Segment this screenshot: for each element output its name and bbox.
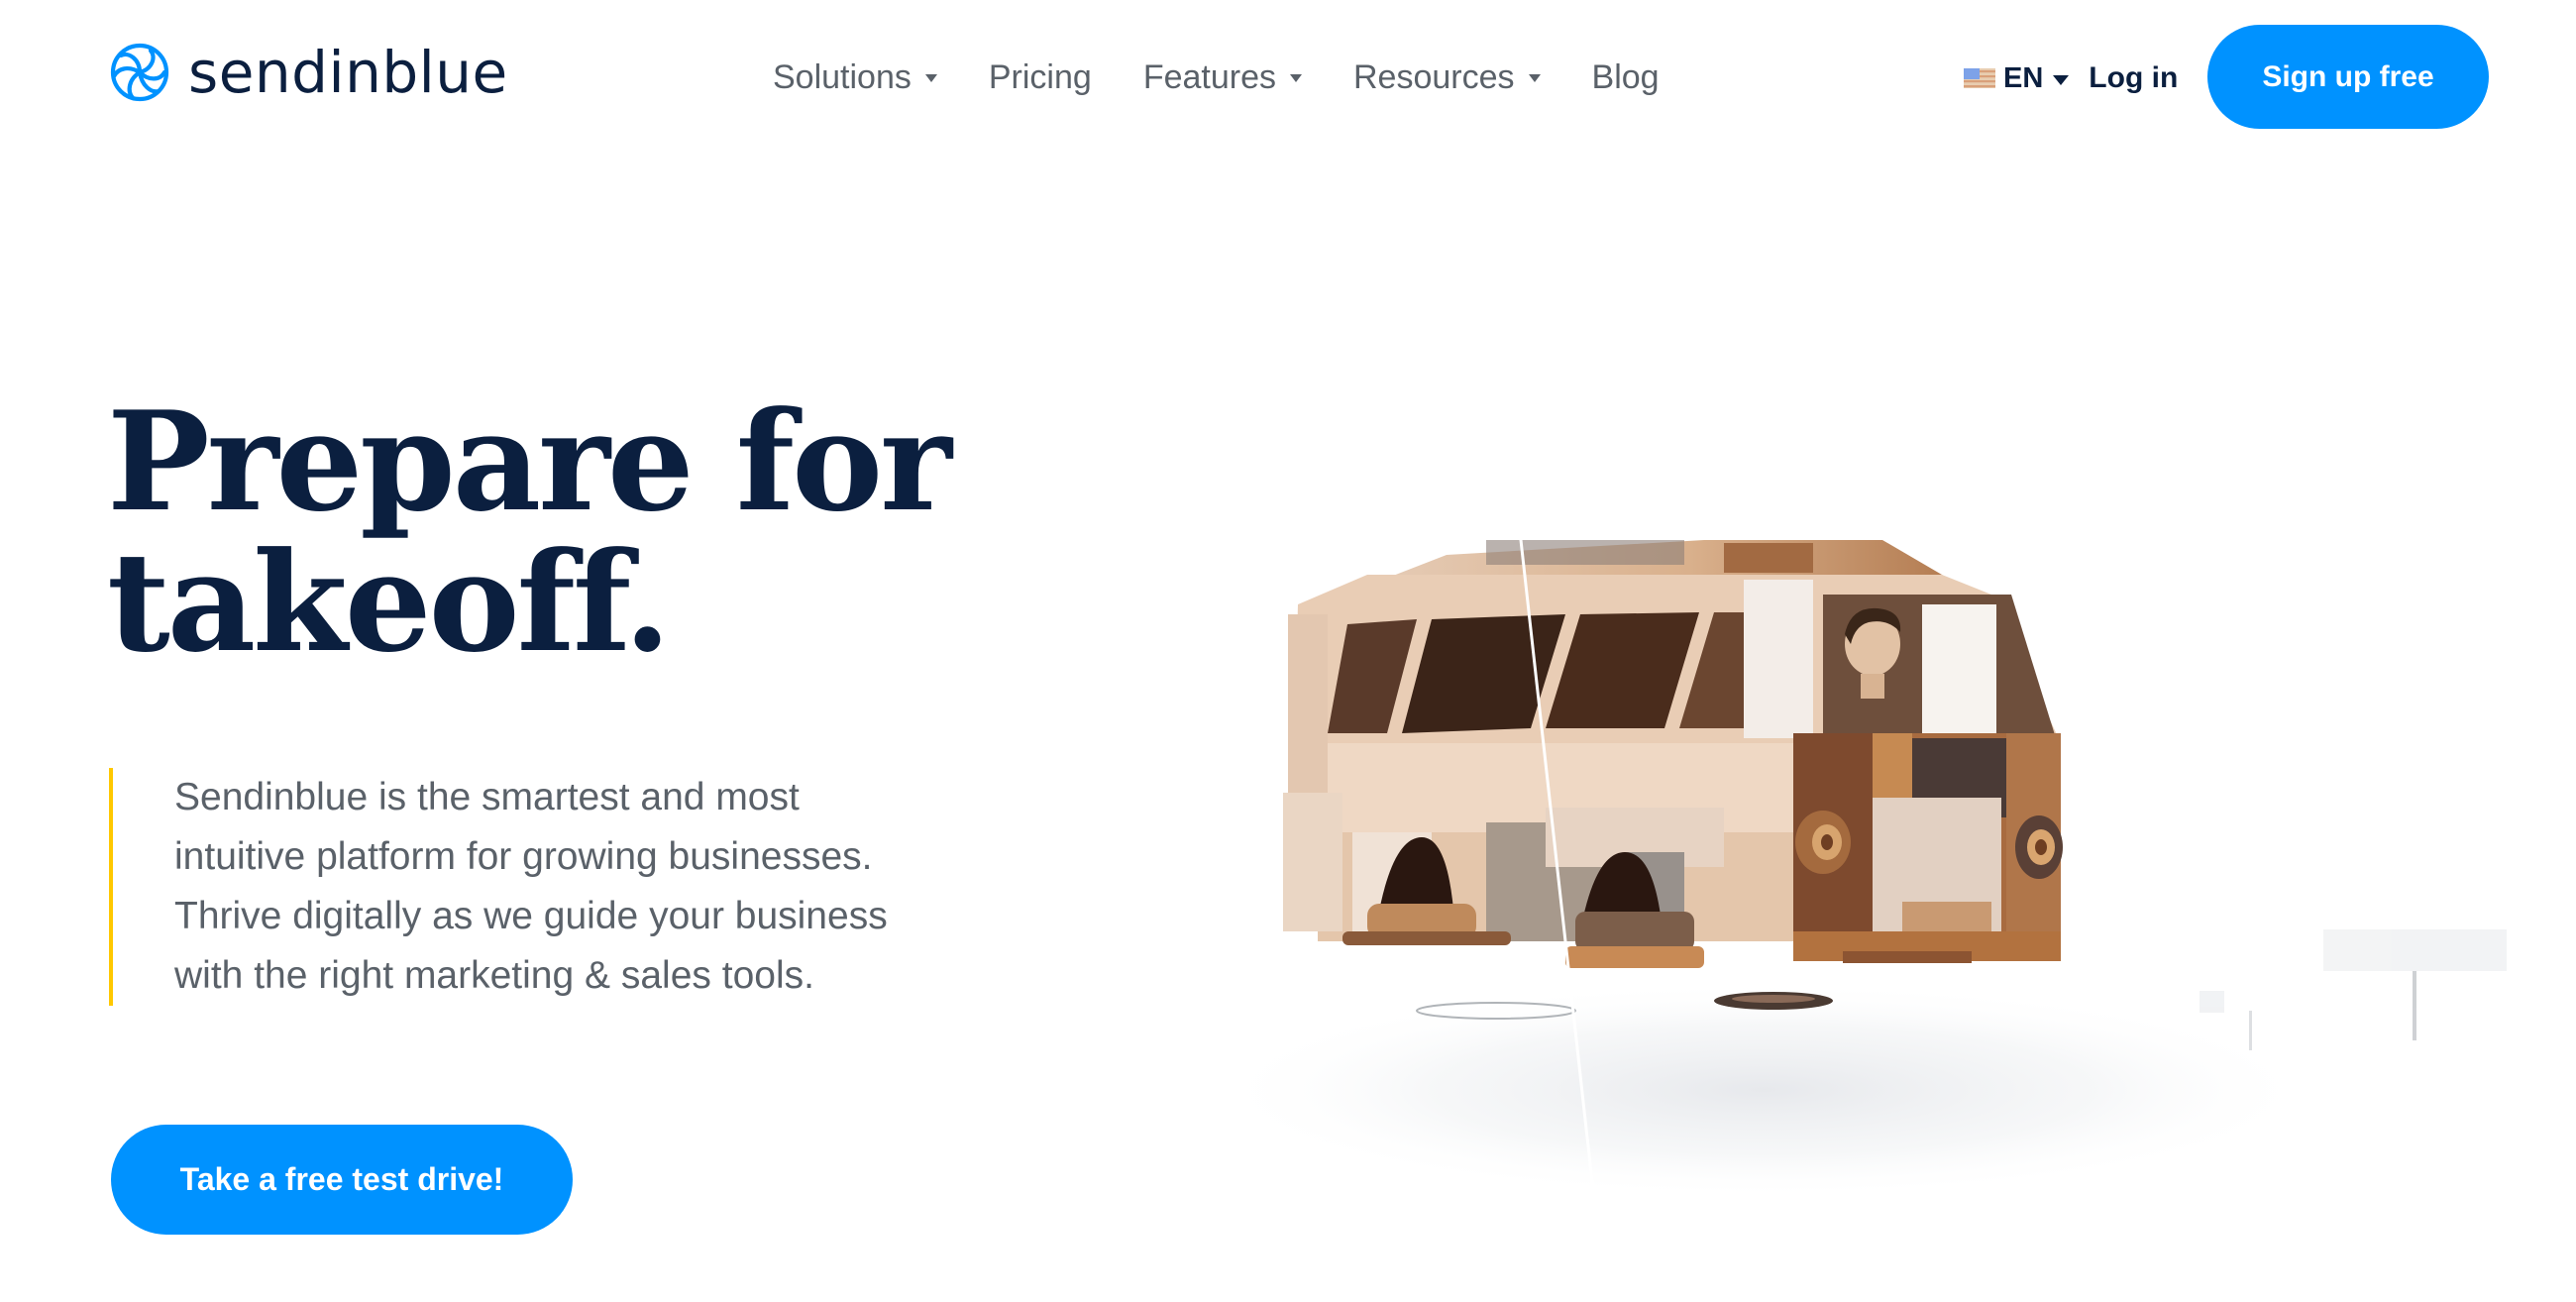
- caret-down-icon: [924, 74, 937, 82]
- nav-item-label: Solutions: [773, 57, 912, 96]
- login-link[interactable]: Log in: [2089, 61, 2178, 95]
- nav-item-label: Pricing: [988, 57, 1092, 96]
- language-selector[interactable]: EN: [1964, 61, 2070, 95]
- floating-sign: [2200, 929, 2507, 1050]
- free-test-drive-button[interactable]: Take a free test drive!: [111, 1125, 573, 1235]
- accent-bar: [109, 768, 113, 1006]
- description-line: Sendinblue is the smartest and most: [174, 776, 800, 818]
- nav-item-label: Blog: [1591, 57, 1660, 96]
- nav-item-resources[interactable]: Resources: [1353, 58, 1541, 97]
- nav-item-features[interactable]: Features: [1143, 58, 1302, 97]
- sendinblue-logo-icon: [110, 43, 169, 102]
- wooden-van-illustration: [1209, 495, 2507, 1280]
- caret-down-icon: [1528, 74, 1541, 82]
- site-header: sendinblue Solutions Pricing Features Re…: [0, 0, 2576, 149]
- description-line: intuitive platform for growing businesse…: [174, 835, 873, 878]
- header-actions: EN Log in: [1964, 52, 2178, 105]
- language-label: EN: [2003, 61, 2044, 94]
- nav-item-label: Features: [1142, 57, 1276, 96]
- main-nav: Solutions Pricing Features Resources Blo…: [773, 52, 1660, 103]
- headlight-left: [1795, 811, 1851, 874]
- nav-item-blog[interactable]: Blog: [1592, 58, 1660, 97]
- headlight-right: [2015, 815, 2063, 879]
- nav-item-pricing[interactable]: Pricing: [989, 58, 1092, 97]
- hero-title: Prepare for takeoff.: [107, 391, 999, 673]
- caret-down-icon: [1290, 74, 1302, 82]
- us-flag-icon: [1964, 68, 1995, 88]
- logo-link[interactable]: sendinblue: [109, 38, 508, 107]
- hero-title-line: takeoff.: [107, 521, 671, 683]
- description-line: Thrive digitally as we guide your busine…: [174, 895, 888, 937]
- hero-title-line: Prepare for: [107, 380, 952, 542]
- logo-wordmark: sendinblue: [188, 39, 508, 106]
- nav-item-label: Resources: [1353, 57, 1515, 96]
- signup-button[interactable]: Sign up free: [2207, 25, 2489, 129]
- nav-item-solutions[interactable]: Solutions: [773, 58, 937, 97]
- description-line: with the right marketing & sales tools.: [174, 954, 814, 997]
- ground-shadow: [1209, 981, 2318, 1199]
- caret-down-icon: [2053, 75, 2070, 85]
- hero-description: Sendinblue is the smartest and most intu…: [109, 768, 981, 1006]
- hero-description-text: Sendinblue is the smartest and most intu…: [174, 768, 987, 1006]
